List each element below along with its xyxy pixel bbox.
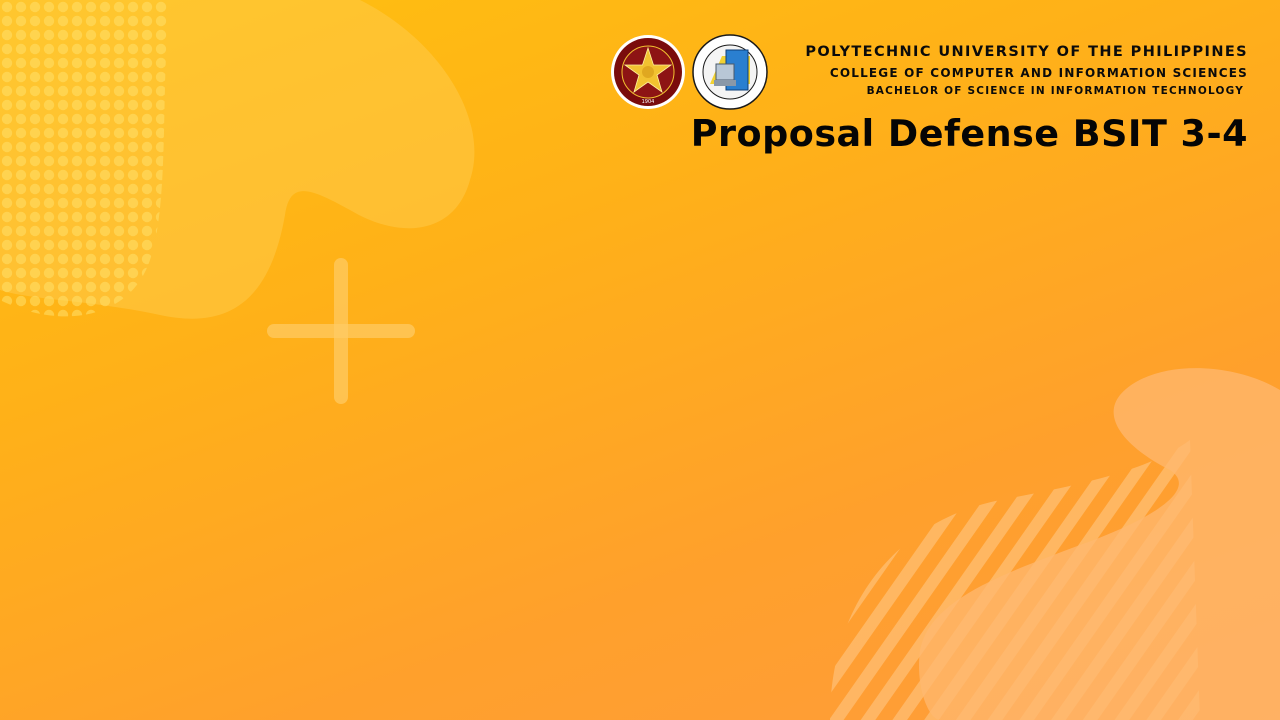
pup-seal-year: 1904 xyxy=(642,99,655,105)
slide-title: Proposal Defense BSIT 3-4 xyxy=(690,112,1248,155)
program-name: BACHELOR OF SCIENCE IN INFORMATION TECHN… xyxy=(866,85,1244,97)
ccis-seal-icon xyxy=(692,34,768,110)
pup-seal-icon: 1904 xyxy=(611,35,685,109)
header-block: 1904 POLYTECHNIC UNIVERSITY OF THE PHILI… xyxy=(610,34,1250,164)
university-name: POLYTECHNIC UNIVERSITY OF THE PHILIPPINE… xyxy=(805,44,1248,60)
plus-decoration-icon xyxy=(267,258,415,404)
presentation-slide: 1904 POLYTECHNIC UNIVERSITY OF THE PHILI… xyxy=(0,0,1280,720)
college-name: COLLEGE OF COMPUTER AND INFORMATION SCIE… xyxy=(829,66,1248,80)
